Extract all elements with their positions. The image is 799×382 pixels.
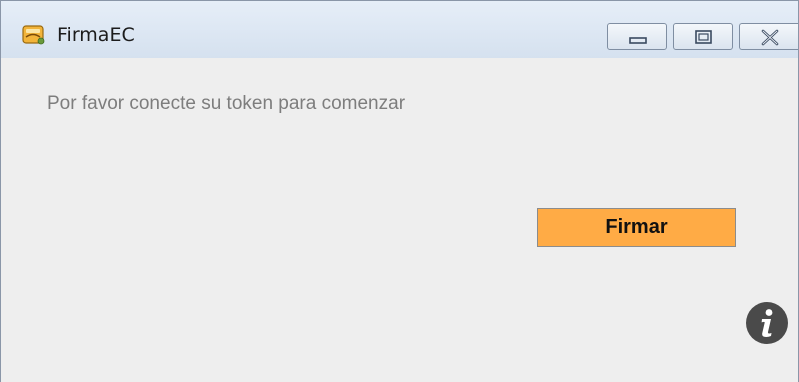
close-icon <box>761 29 779 46</box>
minimize-icon <box>629 37 647 44</box>
maximize-button[interactable] <box>673 23 733 50</box>
window-title: FirmaEC <box>57 24 135 46</box>
firmar-button[interactable]: Firmar <box>537 208 736 247</box>
app-icon <box>20 23 46 47</box>
status-message: Por favor conecte su token para comenzar <box>47 93 406 114</box>
close-button[interactable] <box>739 23 798 50</box>
maximize-icon <box>695 30 712 44</box>
content-area: Por favor conecte su token para comenzar… <box>1 58 798 382</box>
title-bar[interactable]: FirmaEC <box>1 1 798 58</box>
app-window: FirmaEC Por favor conecte su token para … <box>0 0 799 382</box>
minimize-button[interactable] <box>607 23 667 50</box>
info-icon[interactable] <box>745 301 789 345</box>
